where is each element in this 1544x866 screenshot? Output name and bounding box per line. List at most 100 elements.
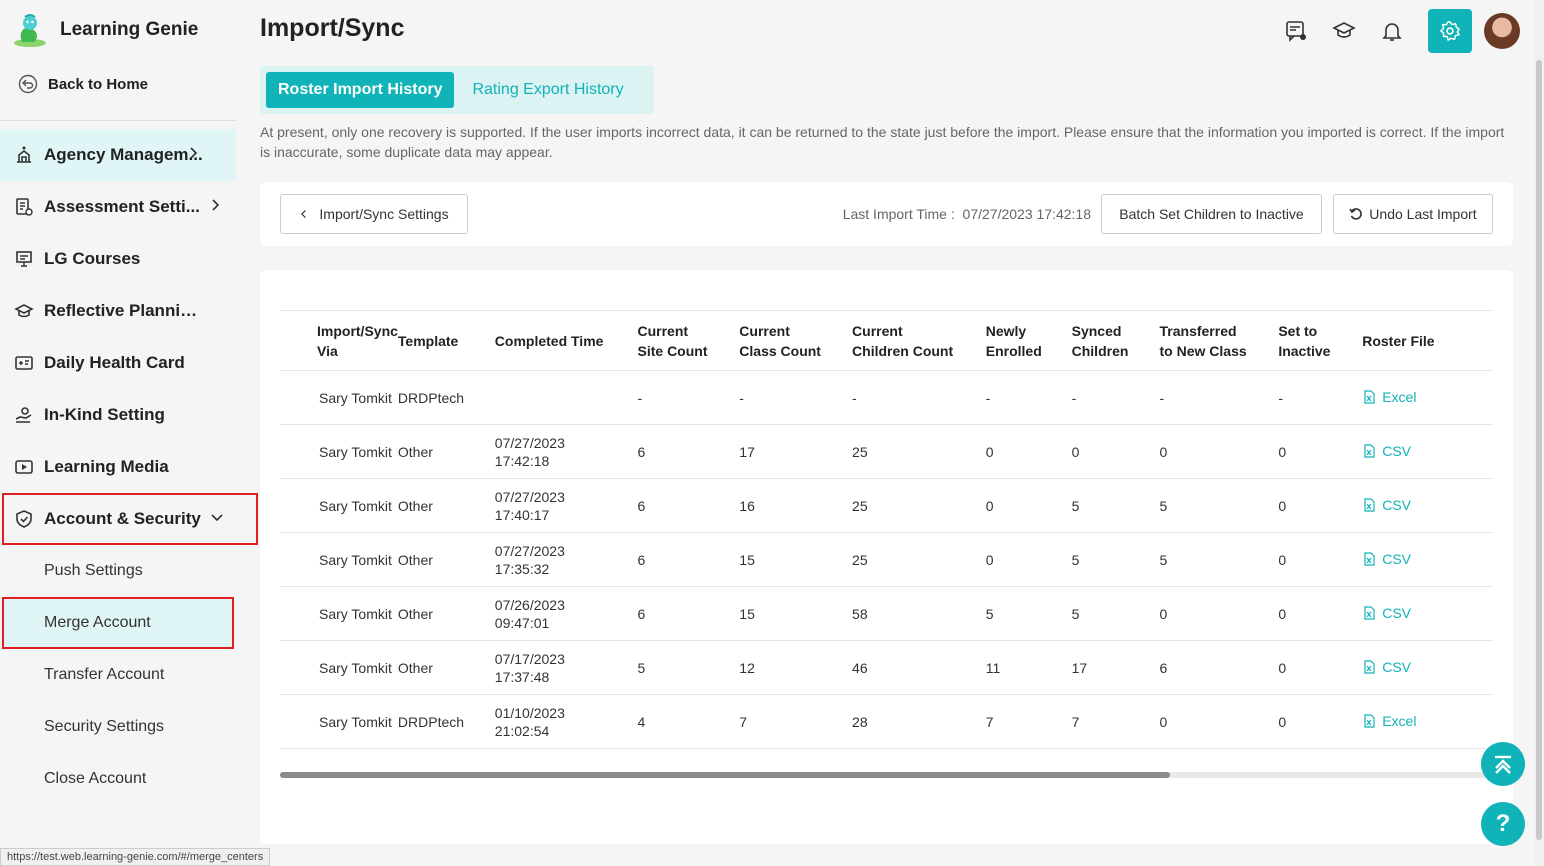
cell-children: - [852,370,986,425]
file-icon [1364,713,1375,728]
file-icon [1364,443,1375,458]
cell-transferred: 0 [1159,586,1279,641]
cell-site: 6 [637,424,740,479]
cell-via: Sary Tomkit [280,532,398,587]
roster-file-link[interactable]: Excel [1362,712,1416,730]
chevron-left-icon [301,210,307,218]
sidebar-item-lg-courses[interactable]: LG Courses [0,233,258,285]
table-row: Sary Tomkit Other 07/27/2023 17:35:32 6 15 25 0… [280,532,1493,587]
cell-transferred: 0 [1159,424,1279,479]
table-row: Sary Tomkit Other 07/27/2023 17:42:18 6 17 25 0… [280,424,1493,479]
import-sync-settings-button[interactable]: Import/Sync Settings [280,194,468,234]
graduation-cap-icon[interactable] [1332,19,1356,43]
roster-file-label: Excel [1382,388,1417,405]
roster-file-label: Excel [1382,712,1417,729]
horizontal-scrollbar[interactable] [280,772,1493,778]
column-header-line: Newly [985,322,1027,339]
health-card-icon [15,356,33,370]
settings-button[interactable] [1428,9,1472,53]
undo-last-import-label: Undo Last Import [1369,206,1477,222]
cell-roster-file: CSV [1362,640,1493,695]
completed-time: 17:40:17 [494,506,550,523]
cell-synced: 7 [1071,694,1160,749]
sidebar-item-agency-management[interactable]: Agency Managem... [0,129,236,181]
sidebar-item-daily-health-card[interactable]: Daily Health Card [0,337,258,389]
sidebar-subitem-transfer-account[interactable]: Transfer Account [0,649,258,701]
cell-via: Sary Tomkit [280,478,398,533]
user-avatar[interactable] [1484,13,1520,49]
sidebar-subitem-security-settings[interactable]: Security Settings [0,701,258,753]
cell-via: Sary Tomkit [280,370,398,425]
back-to-home-link[interactable]: Back to Home [18,74,148,94]
vertical-scrollbar-thumb[interactable] [1536,60,1542,840]
sidebar-subitem-push-settings[interactable]: Push Settings [0,545,258,597]
cell-synced: 17 [1071,640,1160,695]
cell-enrolled: 7 [985,694,1072,749]
column-header-line: Current [739,322,790,339]
sidebar-subitem-close-account[interactable]: Close Account [0,753,258,805]
sidebar-item-label: Account & Security [44,509,201,528]
sidebar: Learning Genie Back to Home Agency Manag… [0,0,258,866]
cell-site: 4 [637,694,740,749]
import-history-card: Import/Sync Via Template Completed Time Curr… [260,270,1513,844]
column-header: Transferred to New Class [1159,310,1279,371]
cell-roster-file: Excel [1362,694,1493,749]
chevron-right-icon [190,147,198,159]
cell-inactive: 0 [1278,586,1363,641]
brand[interactable]: Learning Genie [12,12,198,48]
roster-file-link[interactable]: CSV [1362,550,1411,568]
cell-class: - [739,370,853,425]
gear-icon [1440,21,1460,41]
sidebar-item-assessment-settings[interactable]: Assessment Setti... [0,181,258,233]
sidebar-item-in-kind-setting[interactable]: In-Kind Setting [0,389,258,441]
roster-file-link[interactable]: CSV [1362,442,1411,460]
agency-icon [17,146,31,163]
sidebar-subitem-merge-account[interactable]: Merge Account [2,597,234,649]
sidebar-item-reflective-planning[interactable]: Reflective Planning S... [0,285,258,337]
cell-children: 58 [852,586,986,641]
table-body: Sary Tomkit DRDPtech - - - - - - - Excel Sary Tomk… [280,370,1493,749]
completed-date: 07/27/2023 [494,542,565,559]
notification-bell-icon[interactable] [1380,19,1404,43]
message-card-icon[interactable] [1284,19,1308,43]
sidebar-item-account-security[interactable]: Account & Security [2,493,258,545]
sidebar-item-label: Daily Health Card [44,353,185,372]
horizontal-scrollbar-thumb[interactable] [280,772,1170,778]
cell-transferred: 6 [1159,640,1279,695]
undo-last-import-button[interactable]: Undo Last Import [1333,194,1493,234]
cell-children: 25 [852,532,986,587]
cell-children: 25 [852,478,986,533]
roster-file-link[interactable]: CSV [1362,658,1411,676]
cell-enrolled: - [985,370,1072,425]
column-header-line: Class Count [739,342,821,359]
roster-file-label: CSV [1382,550,1411,567]
cell-completed-time: 07/27/2023 17:35:32 [494,532,638,587]
roster-file-link[interactable]: Excel [1362,388,1416,406]
cell-synced: 5 [1071,478,1160,533]
sidebar-item-learning-media[interactable]: Learning Media [0,441,258,493]
tab-roster-import-history[interactable]: Roster Import History [266,72,455,108]
cell-site: 5 [637,640,740,695]
back-to-top-button[interactable] [1481,742,1525,786]
file-icon [1364,605,1375,620]
column-header-line: Children Count [852,342,954,359]
import-sync-settings-label: Import/Sync Settings [319,206,449,222]
app-name: Learning Genie [60,19,199,40]
roster-file-label: CSV [1382,604,1411,621]
roster-file-link[interactable]: CSV [1362,496,1411,514]
cell-inactive: 0 [1278,640,1363,695]
last-import-value: 07/27/2023 17:42:18 [962,206,1091,222]
batch-set-inactive-button[interactable]: Batch Set Children to Inactive [1101,194,1322,234]
roster-file-link[interactable]: CSV [1362,604,1411,622]
table-row: Sary Tomkit Other 07/17/2023 17:37:48 5 12 46 1… [280,640,1493,695]
vertical-scrollbar[interactable] [1534,0,1544,866]
cell-template: Other [397,586,495,641]
completed-date: 07/17/2023 [494,650,565,667]
assessment-icon [16,198,33,216]
tab-rating-export-history[interactable]: Rating Export History [460,72,635,108]
cell-via: Sary Tomkit [280,586,398,641]
column-header: Current Children Count [852,310,986,371]
help-button[interactable]: ? [1481,802,1525,846]
column-header: Current Site Count [637,310,740,371]
column-header: Completed Time [494,310,638,371]
